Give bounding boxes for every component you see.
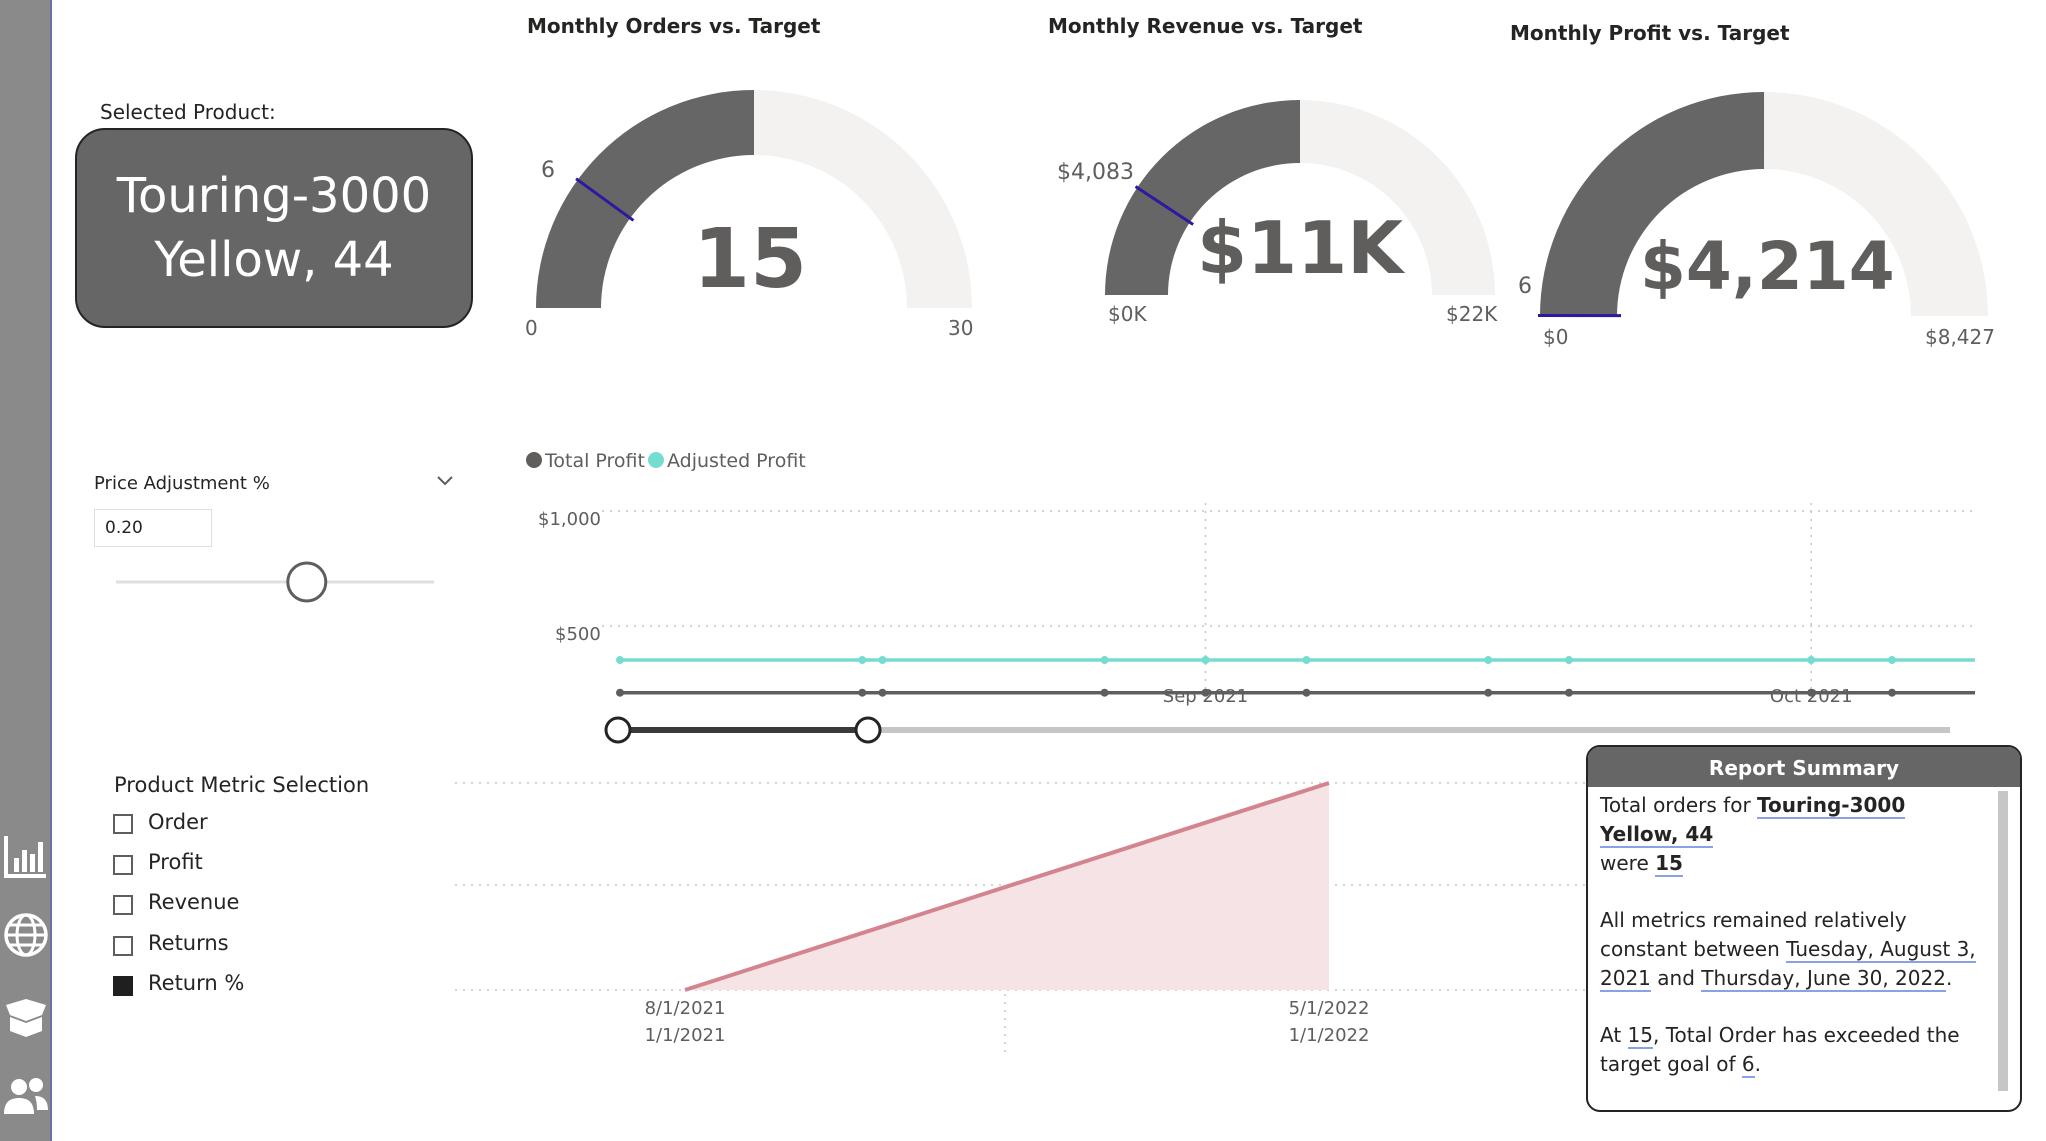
legend-label: Adjusted Profit bbox=[667, 450, 806, 472]
summary-text: were bbox=[1600, 851, 1656, 875]
checkbox-label: Revenue bbox=[148, 890, 240, 914]
data-point bbox=[616, 656, 624, 665]
x-tick-label: 5/1/2022 bbox=[1289, 998, 1370, 1019]
data-point bbox=[616, 688, 624, 697]
summary-text: . bbox=[1754, 1052, 1761, 1076]
metric-selection-title: Product Metric Selection bbox=[114, 773, 370, 797]
data-point bbox=[1564, 656, 1573, 665]
profit-value: $4,214 bbox=[1640, 228, 1895, 305]
data-point bbox=[1302, 688, 1311, 697]
y-tick-label: $500 bbox=[555, 624, 601, 645]
analytics-icon[interactable] bbox=[0, 826, 52, 886]
checkbox[interactable] bbox=[113, 976, 133, 996]
data-point bbox=[878, 688, 887, 697]
legend-marker bbox=[648, 452, 664, 468]
price-adjustment-label: Price Adjustment % bbox=[94, 473, 270, 494]
summary-text: Total orders for bbox=[1600, 793, 1758, 817]
revenue-target-label: $4,083 bbox=[1057, 160, 1134, 185]
navigation-rail bbox=[0, 0, 52, 1141]
summary-target-value: 6 bbox=[1741, 1052, 1755, 1078]
revenue-min-label: $0K bbox=[1108, 302, 1147, 326]
report-summary-card: Report Summary Total orders for Touring-… bbox=[1586, 745, 2022, 1112]
summary-target: At 15, Total Order has exceeded the targ… bbox=[1600, 1021, 1988, 1079]
checkbox-label: Profit bbox=[148, 850, 203, 874]
revenue-max-label: $22K bbox=[1446, 302, 1498, 326]
profit-target-label: 6 bbox=[1518, 274, 1532, 299]
data-point bbox=[1100, 656, 1109, 665]
x-tick-label: 8/1/2021 bbox=[645, 998, 726, 1019]
orders-gauge-title: Monthly Orders vs. Target bbox=[527, 14, 821, 38]
revenue-value: $11K bbox=[1196, 206, 1404, 290]
product-variant: Yellow, 44 bbox=[154, 232, 394, 288]
data-point bbox=[1484, 688, 1493, 697]
orders-value: 15 bbox=[692, 212, 808, 307]
package-icon[interactable] bbox=[0, 985, 52, 1045]
revenue-gauge-title: Monthly Revenue vs. Target bbox=[1048, 14, 1363, 38]
data-point bbox=[1201, 688, 1210, 697]
report-scrollbar[interactable] bbox=[1998, 791, 2008, 1091]
data-point bbox=[1888, 688, 1896, 697]
orders-target-label: 6 bbox=[541, 158, 555, 183]
summary-text: . bbox=[1945, 966, 1953, 990]
data-point bbox=[1100, 688, 1109, 697]
slider-thumb[interactable] bbox=[286, 561, 328, 603]
selected-product-label: Selected Product: bbox=[100, 100, 276, 124]
data-point bbox=[1888, 656, 1896, 665]
profit-gauge-title: Monthly Profit vs. Target bbox=[1510, 21, 1790, 45]
checkbox-label: Returns bbox=[148, 931, 229, 955]
profit-line-chart: Total Profit Adjusted Profit$1,000$500Sep… bbox=[526, 450, 1975, 707]
profit-max-label: $8,427 bbox=[1925, 325, 1995, 349]
data-point bbox=[1302, 656, 1311, 665]
checkbox[interactable] bbox=[113, 936, 133, 956]
summary-trend: All metrics remained relatively constant… bbox=[1600, 906, 1988, 993]
checkbox[interactable] bbox=[113, 855, 133, 875]
x-tick-label: 1/1/2021 bbox=[645, 1025, 726, 1046]
summary-text: , Total Order has exceeded the target go… bbox=[1600, 1023, 1960, 1076]
users-icon[interactable] bbox=[0, 1066, 52, 1126]
profit-min-label: $0 bbox=[1543, 325, 1569, 349]
data-point bbox=[1484, 656, 1493, 665]
data-point bbox=[1807, 688, 1816, 697]
orders-min-label: 0 bbox=[525, 316, 538, 340]
metric-area-chart: 8/1/2021 1/1/2021 5/1/2022 1/1/2022 bbox=[455, 781, 1585, 1055]
legend-marker bbox=[526, 452, 542, 468]
data-point bbox=[858, 688, 867, 697]
report-summary-title: Report Summary bbox=[1588, 747, 2020, 787]
y-tick-label: $1,000 bbox=[538, 509, 601, 530]
checkbox-label: Return % bbox=[148, 971, 245, 995]
legend-label: Total Profit bbox=[544, 450, 645, 472]
chevron-down-icon[interactable] bbox=[436, 474, 454, 488]
report-summary-body: Total orders for Touring-3000 Yellow, 44… bbox=[1600, 791, 1988, 1107]
date-slider-selection bbox=[604, 716, 882, 744]
summary-order-value: 15 bbox=[1655, 851, 1683, 877]
summary-text: and bbox=[1650, 966, 1702, 990]
summary-value: 15 bbox=[1627, 1023, 1653, 1049]
slider-end-handle[interactable] bbox=[854, 716, 882, 744]
data-point bbox=[858, 656, 867, 665]
data-point bbox=[878, 656, 887, 665]
data-point bbox=[1201, 656, 1210, 665]
checkbox-label: Order bbox=[148, 810, 208, 834]
globe-icon[interactable] bbox=[0, 905, 52, 965]
checkbox[interactable] bbox=[113, 895, 133, 915]
date-slider-track-end bbox=[950, 727, 1950, 733]
summary-text: At bbox=[1600, 1023, 1628, 1047]
orders-max-label: 30 bbox=[948, 316, 974, 340]
price-adjustment-slider[interactable] bbox=[110, 560, 440, 604]
product-name: Touring-3000 bbox=[116, 168, 432, 224]
data-point bbox=[1807, 656, 1816, 665]
slider-start-handle[interactable] bbox=[604, 716, 632, 744]
checkbox[interactable] bbox=[113, 814, 133, 834]
summary-end-date: Thursday, June 30, 2022 bbox=[1701, 966, 1946, 992]
data-point bbox=[1564, 688, 1573, 697]
x-tick-label: 1/1/2022 bbox=[1289, 1025, 1370, 1046]
summary-orders: Total orders for Touring-3000 Yellow, 44… bbox=[1600, 791, 1988, 878]
selected-product-card: Touring-3000 Yellow, 44 bbox=[75, 128, 473, 328]
price-adjustment-input[interactable]: 0.20 bbox=[94, 509, 212, 547]
chart-legend: Total Profit Adjusted Profit bbox=[526, 450, 806, 472]
